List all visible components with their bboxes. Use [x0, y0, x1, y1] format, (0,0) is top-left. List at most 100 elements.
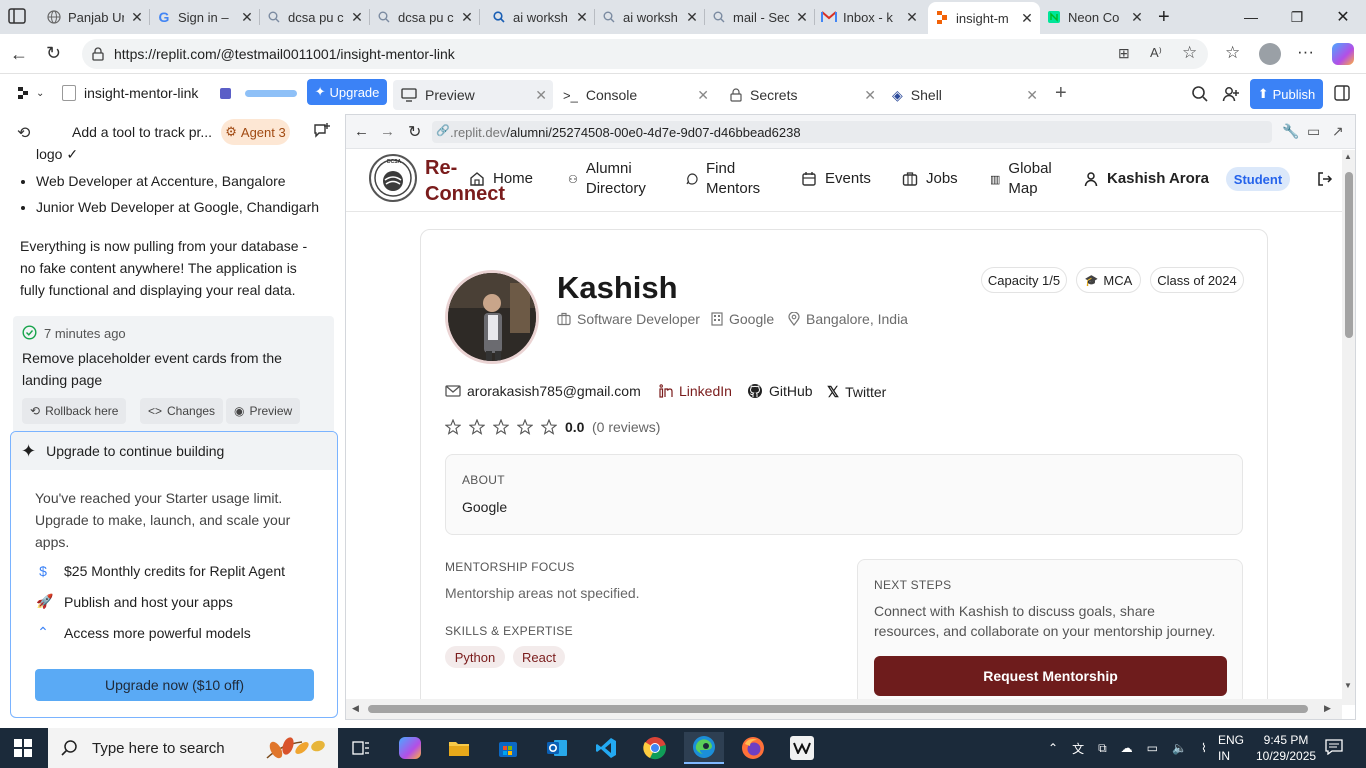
browser-tab-5[interactable]: ai worksh ✕: [485, 4, 595, 30]
preview-back-icon[interactable]: ←: [354, 123, 369, 140]
close-tab-icon[interactable]: ✕: [1020, 10, 1034, 27]
horizontal-scrollbar[interactable]: ◀ ▶: [346, 699, 1342, 719]
logout-icon[interactable]: [1317, 171, 1333, 187]
close-tab-icon[interactable]: ✕: [535, 87, 547, 104]
scroll-down-icon[interactable]: ▼: [1344, 681, 1352, 690]
rollback-button[interactable]: ⟲ Rollback here: [22, 398, 127, 424]
tab-console[interactable]: >_ Console ✕: [555, 80, 715, 110]
windows-start-icon[interactable]: [14, 739, 32, 757]
nav-global-map[interactable]: ▥ Global Map: [990, 159, 1058, 199]
browser-tab-9-active[interactable]: insight-m ✕: [928, 2, 1040, 34]
devices-icon[interactable]: ▭: [1307, 123, 1320, 140]
site-info-icon[interactable]: [90, 46, 106, 62]
email-contact[interactable]: arorakasish785@gmail.com: [445, 383, 641, 399]
favorite-star-icon[interactable]: ☆: [1182, 43, 1197, 63]
github-link[interactable]: GitHub: [747, 383, 813, 399]
microsoft-store-icon[interactable]: [488, 732, 528, 764]
new-chat-icon[interactable]: [313, 122, 331, 140]
battery-icon[interactable]: ▭: [1147, 741, 1158, 755]
tab-actions-icon[interactable]: [8, 8, 28, 26]
browser-tab-4[interactable]: dcsa pu c ✕: [370, 4, 480, 30]
more-menu-icon[interactable]: ···: [1297, 42, 1314, 62]
changes-button[interactable]: <> Changes: [140, 398, 224, 424]
nav-alumni-directory[interactable]: ⚇ Alumni Directory: [568, 159, 656, 199]
browser-tab-7[interactable]: mail - Sec ✕: [705, 4, 815, 30]
vertical-scroll-thumb[interactable]: [1345, 172, 1353, 338]
layout-toggle-icon[interactable]: [1334, 85, 1350, 101]
language-bar-icon[interactable]: ⽂: [1072, 740, 1084, 757]
close-tab-icon[interactable]: ✕: [697, 87, 709, 104]
upgrade-button[interactable]: ✦ Upgrade: [307, 79, 387, 105]
restore-icon[interactable]: ❐: [1274, 0, 1320, 34]
close-tab-icon[interactable]: ✕: [240, 9, 254, 26]
file-explorer-icon[interactable]: [439, 732, 479, 764]
scroll-up-icon[interactable]: ▲: [1344, 152, 1352, 161]
browser-tab-3[interactable]: dcsa pu c ✕: [260, 4, 370, 30]
project-selector[interactable]: insight-mentor-link: [62, 85, 198, 101]
task-view-icon[interactable]: [341, 732, 381, 764]
reload-icon[interactable]: ↻: [46, 43, 61, 64]
close-tab-icon[interactable]: ✕: [575, 9, 589, 26]
devtools-icon[interactable]: 🔧: [1282, 123, 1299, 140]
publish-button[interactable]: ⬆ Publish: [1250, 79, 1323, 109]
add-tab-icon[interactable]: +: [1055, 82, 1067, 105]
nav-events[interactable]: Events: [801, 169, 871, 189]
nav-find-mentors[interactable]: Find Mentors: [686, 159, 766, 199]
copilot-icon[interactable]: [1332, 43, 1354, 65]
preview-url-bar[interactable]: 🔗 .replit.dev/alumni/25274508-00e0-4d7e-…: [432, 121, 1272, 143]
favorites-icon[interactable]: ☆: [1225, 43, 1240, 63]
new-tab-icon[interactable]: +: [1158, 6, 1170, 29]
browser-tab-6[interactable]: ai worksh ✕: [595, 4, 705, 30]
invite-user-icon[interactable]: [1222, 85, 1240, 103]
history-icon[interactable]: ⟲: [17, 123, 30, 143]
horizontal-scroll-thumb[interactable]: [368, 705, 1308, 713]
back-icon[interactable]: ←: [10, 44, 28, 65]
linkedin-link[interactable]: LinkedIn: [659, 383, 732, 399]
minimize-icon[interactable]: —: [1228, 0, 1274, 34]
tab-secrets[interactable]: Secrets ✕: [722, 80, 882, 110]
browser-tab-2[interactable]: G Sign in – ✕: [150, 4, 260, 30]
close-tab-icon[interactable]: ✕: [905, 9, 919, 26]
scroll-right-icon[interactable]: ▶: [1324, 703, 1331, 714]
search-icon[interactable]: [1191, 85, 1209, 103]
user-menu[interactable]: Kashish Arora: [1083, 169, 1209, 189]
notifications-icon[interactable]: [1325, 739, 1343, 755]
replit-menu-icon[interactable]: ⌄: [18, 87, 44, 99]
profile-avatar-icon[interactable]: [1259, 43, 1281, 65]
nav-jobs[interactable]: Jobs: [902, 169, 958, 189]
copilot-icon[interactable]: [390, 732, 430, 764]
network-icon[interactable]: ⌇: [1201, 741, 1207, 755]
speaker-icon[interactable]: 🔈: [1172, 741, 1187, 755]
tab-shell[interactable]: ◈ Shell ✕: [884, 80, 1044, 110]
scroll-left-icon[interactable]: ◀: [352, 703, 359, 714]
stop-icon[interactable]: [220, 88, 231, 99]
close-window-icon[interactable]: ✕: [1320, 0, 1366, 34]
open-new-window-icon[interactable]: ↗: [1332, 123, 1344, 140]
browser-tab-8[interactable]: Inbox - k ✕: [815, 4, 925, 30]
twitter-link[interactable]: 𝕏 Twitter: [827, 383, 886, 401]
firefox-icon[interactable]: [733, 732, 773, 764]
preview-reload-icon[interactable]: ↻: [408, 122, 421, 142]
browser-tab-1[interactable]: Panjab Ur ✕: [40, 4, 150, 30]
thread-title[interactable]: Add a tool to track pr...: [72, 124, 212, 140]
preview-forward-icon[interactable]: →: [380, 123, 395, 140]
close-tab-icon[interactable]: ✕: [130, 9, 144, 26]
chrome-icon[interactable]: [635, 732, 675, 764]
onedrive-icon[interactable]: ☁: [1121, 741, 1133, 755]
college-logo[interactable]: DCSA: [369, 154, 417, 202]
close-tab-icon[interactable]: ✕: [460, 9, 474, 26]
close-tab-icon[interactable]: ✕: [795, 9, 809, 26]
close-tab-icon[interactable]: ✕: [1026, 87, 1038, 104]
vertical-scrollbar[interactable]: ▲ ▼: [1342, 150, 1355, 705]
checkpoint-preview-button[interactable]: ◉ Preview: [226, 398, 301, 424]
tab-preview[interactable]: Preview ✕: [393, 80, 553, 110]
vscode-icon[interactable]: [586, 732, 626, 764]
wix-app-icon[interactable]: [782, 732, 822, 764]
url-bar[interactable]: https://replit.com/@testmail0011001/insi…: [82, 39, 1208, 69]
close-tab-icon[interactable]: ✕: [864, 87, 876, 104]
clock[interactable]: 9:45 PM 10/29/2025: [1256, 732, 1316, 764]
request-mentorship-button[interactable]: Request Mentorship: [874, 656, 1227, 696]
close-tab-icon[interactable]: ✕: [350, 9, 364, 26]
apps-icon[interactable]: ⊞: [1118, 45, 1130, 62]
nav-home[interactable]: Home: [469, 169, 533, 189]
